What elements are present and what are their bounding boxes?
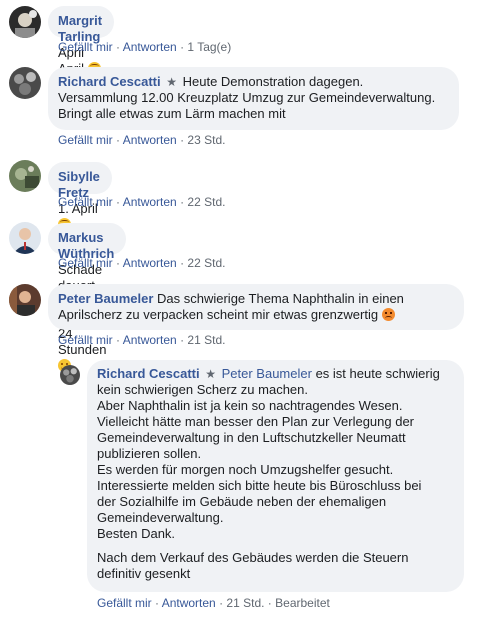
comment-author[interactable]: Peter Baumeler (58, 291, 153, 306)
reply-button[interactable]: Antworten (162, 596, 216, 610)
comment-actions: Gefällt mir · Antworten · 21 Std. · Bear… (97, 596, 330, 610)
comment-bubble: Peter Baumeler Das schwierige Thema Naph… (48, 284, 464, 330)
timestamp[interactable]: 21 Std. (226, 596, 264, 610)
comment-bubble: Margrit Tarling April April (48, 6, 115, 76)
comment-author[interactable]: Richard Cescatti (58, 74, 161, 89)
reply-button[interactable]: Antworten (123, 333, 177, 347)
timestamp[interactable]: 22 Std. (187, 256, 225, 270)
reply-button[interactable]: Antworten (123, 256, 177, 270)
timestamp[interactable]: 23 Std. (187, 133, 225, 147)
reply-button[interactable]: Antworten (123, 195, 177, 209)
comment-bubble: Richard Cescatti ★ Heute Demonstration d… (48, 67, 459, 130)
comment-actions: Gefällt mir · Antworten · 23 Std. (58, 133, 225, 147)
comment-actions: Gefällt mir · Antworten · 1 Tag(e) (58, 40, 231, 54)
comment-author[interactable]: Richard Cescatti (97, 366, 200, 381)
separator: · (155, 596, 160, 610)
separator: · (180, 40, 185, 54)
angry-emoji-icon (381, 308, 395, 321)
avatar[interactable] (9, 284, 41, 316)
timestamp[interactable]: 21 Std. (187, 333, 225, 347)
separator: · (267, 596, 272, 610)
separator: · (116, 256, 121, 270)
reply-button[interactable]: Antworten (123, 40, 177, 54)
like-button[interactable]: Gefällt mir (58, 40, 113, 54)
like-button[interactable]: Gefällt mir (58, 133, 113, 147)
comment-bubble: Richard Cescatti ★ Peter Baumeler es ist… (87, 360, 464, 592)
separator: · (180, 333, 185, 347)
like-button[interactable]: Gefällt mir (58, 195, 113, 209)
avatar[interactable] (60, 365, 80, 385)
avatar[interactable] (9, 67, 41, 99)
comment-bubble: Markus Wüthrich Schade dauert der 1. Apr… (48, 223, 127, 372)
separator: · (116, 333, 121, 347)
separator: · (116, 40, 121, 54)
like-button[interactable]: Gefällt mir (97, 596, 152, 610)
separator: · (219, 596, 224, 610)
edited-label: Bearbeitet (275, 596, 330, 610)
separator: · (116, 195, 121, 209)
avatar[interactable] (9, 222, 41, 254)
timestamp[interactable]: 1 Tag(e) (187, 40, 231, 54)
avatar[interactable] (9, 160, 41, 192)
comment-actions: Gefällt mir · Antworten · 22 Std. (58, 195, 225, 209)
separator: · (116, 133, 121, 147)
separator: · (180, 256, 185, 270)
avatar[interactable] (9, 6, 41, 38)
reply-button[interactable]: Antworten (123, 133, 177, 147)
like-button[interactable]: Gefällt mir (58, 333, 113, 347)
comment-actions: Gefällt mir · Antworten · 21 Std. (58, 333, 225, 347)
like-button[interactable]: Gefällt mir (58, 256, 113, 270)
timestamp[interactable]: 22 Std. (187, 195, 225, 209)
separator: · (180, 195, 185, 209)
mention-link[interactable]: Peter Baumeler (222, 366, 312, 381)
comment-actions: Gefällt mir · Antworten · 22 Std. (58, 256, 225, 270)
separator: · (180, 133, 185, 147)
top-fan-star-icon: ★ (166, 75, 177, 89)
comment-text-paragraph: Nach dem Verkauf des Gebäudes werden die… (97, 550, 409, 581)
comment-text: es ist heute schwierig kein schwierigen … (97, 366, 440, 541)
comment-bubble: Sibylle Fretz 1. April (48, 162, 112, 231)
top-fan-star-icon: ★ (205, 367, 216, 381)
